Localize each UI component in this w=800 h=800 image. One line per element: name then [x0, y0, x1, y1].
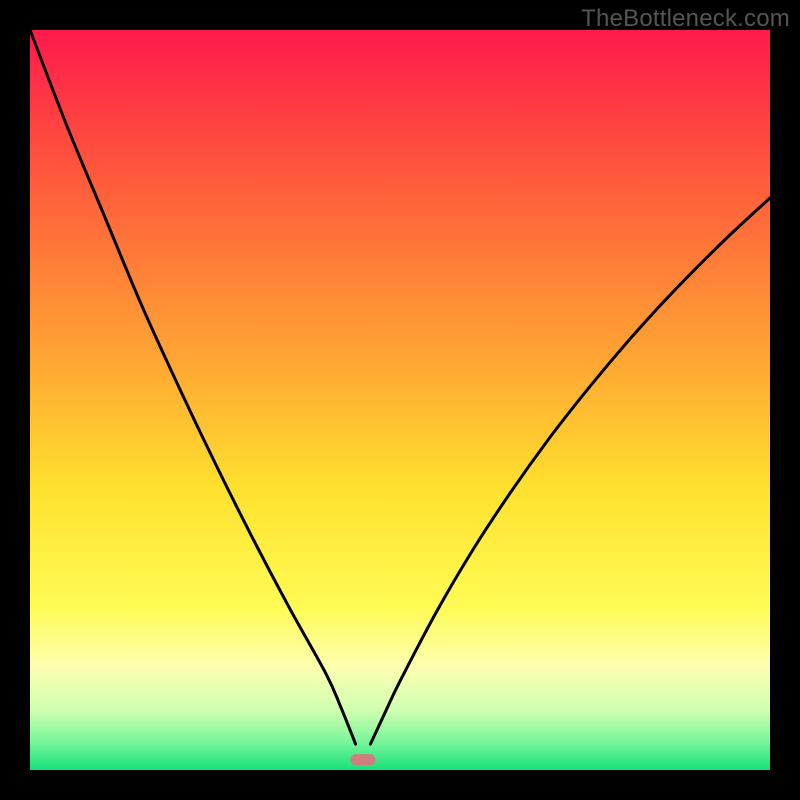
bottleneck-curve [30, 30, 770, 770]
curve-right-branch [370, 198, 770, 744]
bottleneck-minimum-marker [350, 754, 375, 766]
curve-left-branch [30, 30, 356, 744]
watermark-text: TheBottleneck.com [581, 5, 790, 33]
plot-area [30, 30, 770, 770]
chart-frame: TheBottleneck.com [0, 0, 800, 800]
